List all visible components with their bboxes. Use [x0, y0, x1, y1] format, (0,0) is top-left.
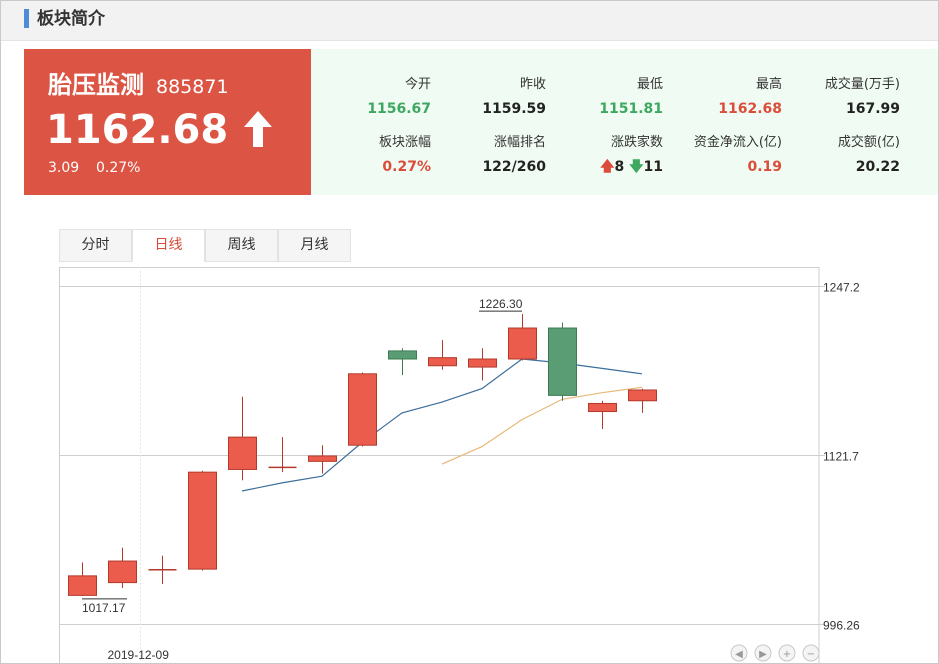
up-count-arrow-icon: 🡅 [600, 159, 615, 175]
stat-label: 昨收 [519, 77, 546, 92]
candle-body [628, 389, 657, 402]
stat-open: 今开 1156.67 [311, 76, 431, 119]
stat-value: 1156.67 [367, 101, 431, 117]
chart-control-right-icon[interactable]: ▶ [754, 644, 772, 662]
high-annotation: 1226.30 [479, 297, 523, 311]
svg-text:▶: ▶ [759, 649, 767, 660]
stat-value: 122/260 [482, 159, 546, 175]
candle-body [508, 327, 537, 360]
stat-sector-gain: 板块涨幅 0.27% [311, 134, 431, 177]
section-accent-bar [24, 9, 29, 28]
candle-body [348, 373, 377, 446]
stat-label: 最高 [755, 77, 782, 92]
chart-control-plus-icon[interactable]: + [778, 644, 796, 662]
chart-control-minus-icon[interactable]: − [802, 644, 820, 662]
stat-value: 1151.81 [599, 101, 663, 117]
candle-body [108, 560, 137, 584]
section-header: 板块简介 [1, 1, 938, 41]
down-count-arrow-icon: 🡇 [629, 159, 644, 175]
stock-change: 3.09 [48, 160, 80, 176]
stock-code: 885871 [156, 76, 229, 98]
candle-body [68, 575, 97, 596]
y-axis-label: 1121.7 [823, 450, 859, 464]
section-title: 板块简介 [37, 9, 105, 29]
stat-net-inflow: 资金净流入(亿) 0.19 [662, 134, 782, 177]
stat-label: 涨跌家数 [610, 135, 663, 150]
stat-turnover: 成交额(亿) 20.22 [780, 134, 900, 177]
page-frame: 板块简介 胎压监测 885871 1162.68 3.09 0.27% 今开 1… [0, 0, 939, 664]
tab-weekly[interactable]: 周线 [205, 229, 278, 262]
candle-body [308, 455, 337, 462]
stat-value: 167.99 [845, 101, 900, 117]
tab-intraday[interactable]: 分时 [59, 229, 132, 262]
stat-value: 0.19 [747, 159, 782, 175]
stat-label: 资金净流入(亿) [693, 135, 782, 150]
candlestick-chart: 1247.2 1121.7 996.26 2019-12-09 1226.30 1017.… [59, 267, 860, 663]
stat-value: 🡅8 🡇11 [543, 157, 663, 177]
down-count: 11 [643, 159, 663, 175]
stock-change-pct: 0.27% [96, 160, 141, 176]
stat-label: 成交额(亿) [837, 135, 900, 150]
stat-up-down-count: 涨跌家数 🡅8 🡇11 [543, 134, 663, 177]
quote-box: 胎压监测 885871 1162.68 3.09 0.27% [24, 49, 311, 195]
x-axis-label: 2019-12-09 [108, 648, 170, 662]
stat-value: 1159.59 [482, 101, 546, 117]
stat-value: 1162.68 [718, 101, 782, 117]
stat-value: 0.27% [382, 159, 431, 175]
svg-text:+: + [783, 649, 791, 660]
svg-text:−: − [807, 649, 815, 660]
stat-label: 最低 [636, 77, 663, 92]
candle-body [468, 358, 497, 368]
stat-label: 板块涨幅 [378, 135, 431, 150]
up-arrow-icon [244, 111, 272, 147]
stat-label: 今开 [404, 77, 431, 92]
candle-body [388, 350, 417, 360]
stat-volume: 成交量(万手) 167.99 [780, 76, 900, 119]
low-annotation: 1017.17 [82, 601, 126, 615]
stat-label: 成交量(万手) [824, 77, 900, 92]
candle-body [228, 436, 257, 470]
candle-body [588, 402, 617, 413]
tab-daily[interactable]: 日线 [132, 229, 205, 262]
y-axis-label: 1247.2 [823, 281, 860, 295]
stat-low: 最低 1151.81 [543, 76, 663, 119]
stock-price: 1162.68 [46, 107, 229, 153]
stat-high: 最高 1162.68 [662, 76, 782, 119]
stats-box: 今开 1156.67 昨收 1159.59 最低 1151.81 最高 1162… [311, 49, 938, 195]
stat-prev-close: 昨收 1159.59 [426, 76, 546, 119]
stock-name: 胎压监测 [48, 71, 144, 99]
stat-gain-rank: 涨幅排名 122/260 [426, 134, 546, 177]
tab-monthly[interactable]: 月线 [278, 229, 351, 262]
plot-frame [59, 267, 820, 663]
svg-text:◀: ◀ [735, 649, 743, 660]
stat-label: 涨幅排名 [493, 135, 546, 150]
candle-body [428, 357, 457, 367]
stat-value: 20.22 [855, 159, 900, 175]
candle-body [548, 327, 577, 396]
up-count: 8 [614, 159, 625, 175]
y-axis-label: 996.26 [823, 619, 860, 633]
chart-control-left-icon[interactable]: ◀ [730, 644, 748, 662]
candle-body [188, 471, 217, 570]
